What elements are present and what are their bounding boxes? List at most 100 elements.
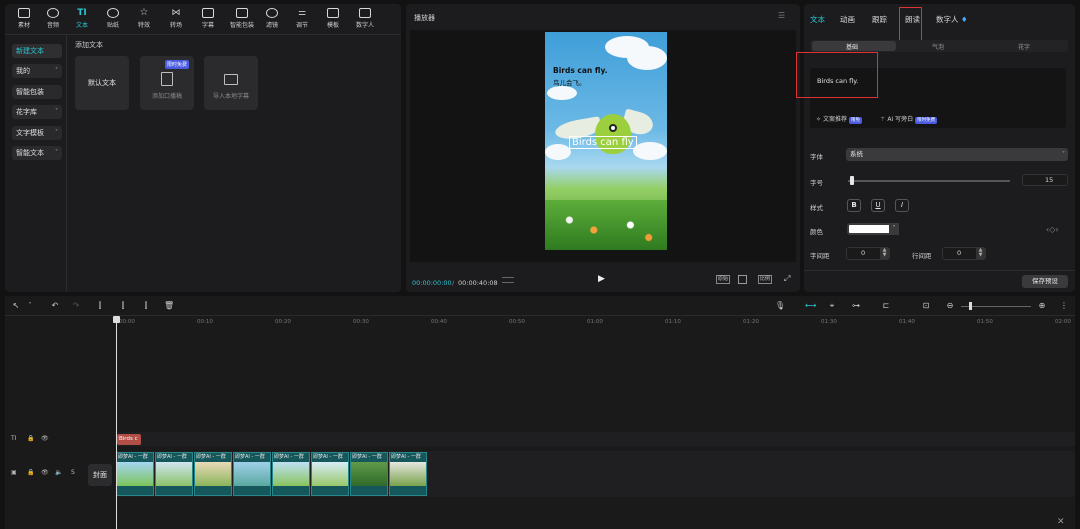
save-preset-button[interactable]: 保存预设 (1022, 275, 1068, 288)
more-icon[interactable]: ⋮ (1059, 301, 1069, 311)
italic-button[interactable]: I (895, 199, 909, 212)
tab-filter[interactable]: 滤镜 (257, 8, 287, 32)
eye-icon[interactable]: 👁 (41, 435, 49, 442)
time-ruler[interactable]: 00:00 00:10 00:20 00:30 00:40 00:50 01:0… (115, 316, 1075, 328)
playhead-handle[interactable] (113, 316, 120, 323)
select-cursor-icon[interactable]: ↖ (11, 301, 21, 311)
main-track-link-icon[interactable]: ⟷ (805, 301, 816, 311)
tick-label: 00:20 (275, 319, 291, 325)
video-clip[interactable]: 即梦AI - 一群 (350, 452, 388, 496)
chevron-down-icon[interactable]: ˅ (889, 223, 899, 235)
bold-button[interactable]: B (847, 199, 861, 212)
tab-adjust[interactable]: ⚌ 调节 (287, 8, 317, 32)
current-time: 00:00:00:00 (412, 279, 452, 287)
import-subtitle-card[interactable]: 导入本地字幕 (204, 56, 258, 110)
close-icon[interactable]: ✕ (1057, 517, 1065, 527)
speaker-icon[interactable]: 🔈 (55, 469, 62, 476)
chevron-down-icon[interactable]: ˅ (25, 301, 35, 311)
section-title: 添加文本 (75, 41, 103, 49)
line-spacing-input[interactable]: 0 ▲ ▼ (942, 247, 986, 260)
zoom-out-icon[interactable]: ⊖ (945, 301, 955, 311)
undo-icon[interactable]: ↶ (50, 301, 60, 311)
keyframe-icon[interactable]: ‹◇› (1046, 225, 1059, 234)
caption-icon[interactable]: ⊡ (921, 301, 931, 311)
fullscreen-icon[interactable]: ⤢ (784, 274, 790, 284)
tab-template[interactable]: 模板 (318, 8, 348, 32)
zoom-slider-handle[interactable] (969, 302, 972, 310)
stepper-icon[interactable]: ▲ ▼ (976, 248, 985, 259)
timeline-toggle-icon[interactable] (502, 277, 514, 283)
subtab-bubble[interactable]: 气泡 (932, 42, 944, 51)
lock-icon[interactable]: 🔒 (27, 469, 34, 476)
tab-text[interactable]: TI 文本 (67, 8, 97, 32)
split-icon[interactable]: ⫿ (95, 301, 105, 311)
letter-spacing-input[interactable]: 0 ▲ ▼ (846, 247, 890, 260)
default-text-card[interactable]: 默认文本 (75, 56, 129, 110)
meadow (545, 200, 667, 250)
font-select[interactable]: 系统 ˅ (846, 148, 1068, 161)
zoom-in-icon[interactable]: ⊕ (1037, 301, 1047, 311)
text-overlay-selection[interactable]: Birds can fly (569, 136, 637, 149)
menu-icon[interactable]: ☰ (778, 11, 785, 20)
tick-label: 01:10 (665, 319, 681, 325)
fit-icon[interactable] (738, 275, 747, 284)
snap-icon[interactable]: ⌖ (827, 301, 837, 311)
ratio-button[interactable]: 比例 (758, 275, 773, 284)
tab-text[interactable]: 文本 (810, 14, 825, 25)
lock-icon[interactable]: 🔒 (27, 435, 34, 442)
tab-sticker[interactable]: 贴纸 (98, 8, 128, 32)
video-clip[interactable]: 即梦AI - 一群 (272, 452, 310, 496)
tab-subtitle[interactable]: 字幕 (193, 8, 223, 32)
tick-label: 01:20 (743, 319, 759, 325)
video-clip[interactable]: 即梦AI - 一群 (311, 452, 349, 496)
tab-smart-pack[interactable]: 智能包装 (225, 8, 259, 32)
ai-narration-button[interactable]: ⚚ AI 写旁白 限时免费 (880, 114, 938, 124)
stepper-icon[interactable]: ▲ ▼ (880, 248, 889, 259)
copy-recommend-button[interactable]: ✧ 文案推荐 限免 (816, 114, 862, 124)
video-clip[interactable]: 即梦AI - 一群 (233, 452, 271, 496)
microphone-icon[interactable]: 🎙 (775, 301, 785, 311)
sidebar-item-text-template[interactable]: 文字模板 ˅ (12, 126, 62, 140)
timeline-toolbar: ↖ ˅ ↶ ↷ ⫿ ⫿ ⫿ 🗑 🎙 ⟷ ⌖ ⊶ ⊏ ⊡ ⊖ ⊕ ⋮ (5, 296, 1075, 316)
redo-icon[interactable]: ↷ (71, 301, 81, 311)
link-icon[interactable]: ⊶ (851, 301, 861, 311)
s-icon[interactable]: S (71, 469, 75, 476)
original-button[interactable]: 原始 (716, 275, 731, 284)
tab-tracking[interactable]: 跟踪 (872, 14, 887, 25)
panel-title: 播放器 (414, 14, 435, 22)
ai-script-card[interactable]: 限时免费 添加口播稿 (140, 56, 194, 110)
subtab-basic[interactable]: 基础 (846, 42, 858, 51)
play-button[interactable]: ▶ (598, 274, 608, 284)
tab-effects[interactable]: ☆ 特效 (129, 8, 159, 32)
size-slider[interactable] (848, 180, 1010, 182)
sidebar-item-new-text[interactable]: 新建文本 (12, 44, 62, 58)
tab-digital-human[interactable]: 数字人 (348, 8, 382, 32)
split-left-icon[interactable]: ⫿ (118, 301, 128, 311)
size-slider-handle[interactable] (850, 176, 854, 185)
video-clip[interactable]: 即梦AI - 一群 (155, 452, 193, 496)
sidebar-item-flower-text[interactable]: 花字库 ˅ (12, 105, 62, 119)
video-clip[interactable]: 即梦AI - 一群 (116, 452, 154, 496)
eye-icon[interactable]: 👁 (41, 469, 49, 476)
sidebar-item-smart-text[interactable]: 智能文本 ˅ (12, 146, 62, 160)
video-clip[interactable]: 即梦AI - 一群 (194, 452, 232, 496)
tab-audio[interactable]: 音频 (38, 8, 68, 32)
sidebar-item-smart-pack[interactable]: 智能包装 (12, 85, 62, 99)
line-spacing-label: 行间距 (912, 252, 932, 260)
size-input[interactable]: 15 (1022, 174, 1068, 186)
text-clip[interactable]: Birds c (117, 434, 141, 445)
tab-digital-human[interactable]: 数字人 ♦ (936, 14, 968, 25)
preview-axis-icon[interactable]: ⊏ (881, 301, 891, 311)
video-clip[interactable]: 即梦AI - 一群 (389, 452, 427, 496)
sidebar-item-mine[interactable]: 我的 ˅ (12, 64, 62, 78)
cover-button[interactable]: 封面 (88, 464, 112, 486)
underline-button[interactable]: U (871, 199, 885, 212)
tab-animation[interactable]: 动画 (840, 14, 855, 25)
playhead[interactable] (116, 316, 117, 529)
tab-media[interactable]: 素材 (9, 8, 39, 32)
video-preview[interactable]: Birds can fly. 鸟儿会飞。 Birds can fly (545, 32, 667, 250)
split-right-icon[interactable]: ⫿ (141, 301, 151, 311)
delete-icon[interactable]: 🗑 (164, 301, 174, 311)
subtab-flower[interactable]: 花字 (1018, 42, 1030, 51)
tab-transition[interactable]: ⋈ 转场 (161, 8, 191, 32)
